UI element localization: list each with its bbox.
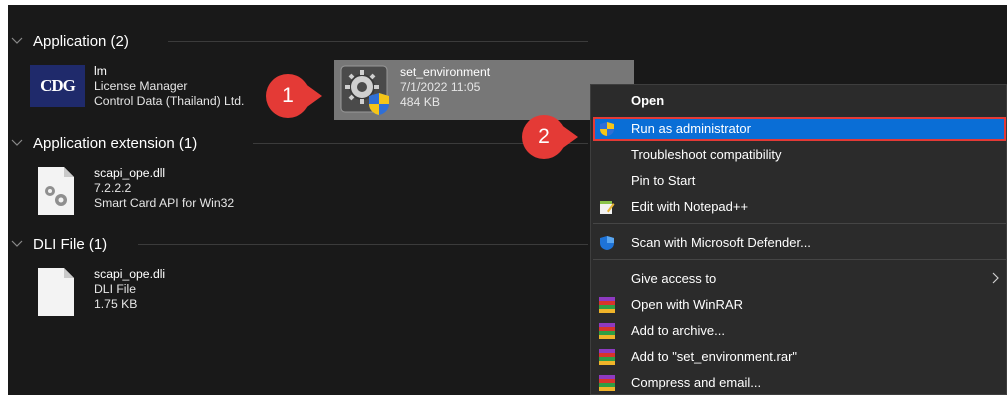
group-label: DLI File (1) (33, 235, 108, 253)
group-header-dli-file[interactable]: DLI File (1) (8, 232, 107, 256)
group-divider (158, 29, 588, 53)
file-type: DLI File (94, 282, 136, 296)
file-details: scapi_ope.dll 7.2.2.2 Smart Card API for… (94, 166, 234, 211)
callout-pointer-2 (560, 124, 578, 150)
defender-shield-icon (599, 235, 615, 251)
menu-item-open-with-winrar[interactable]: Open with WinRAR (593, 293, 1006, 317)
menu-item-add-to-archive[interactable]: Add to archive... (593, 319, 1006, 343)
uac-shield-icon (368, 92, 390, 121)
group-divider (128, 232, 588, 256)
file-description: License Manager (94, 79, 188, 93)
file-item-scapi-dll[interactable]: scapi_ope.dll 7.2.2.2 Smart Card API for… (36, 165, 296, 225)
menu-separator (593, 223, 1006, 224)
menu-separator (593, 259, 1006, 260)
file-name: lm (94, 64, 107, 78)
dll-gear-icon (36, 165, 76, 222)
group-header-application-extension[interactable]: Application extension (1) (8, 131, 197, 155)
menu-item-troubleshoot-compatibility[interactable]: Troubleshoot compatibility (593, 143, 1006, 167)
file-item-set-environment[interactable]: set_environment 7/1/2022 11:05 484 KB (334, 60, 634, 120)
file-description: Smart Card API for Win32 (94, 196, 235, 210)
menu-item-scan-with-defender[interactable]: Scan with Microsoft Defender... (593, 231, 1006, 255)
menu-item-compress-and-email[interactable]: Compress and email... (593, 371, 1006, 394)
chevron-down-icon[interactable] (8, 131, 26, 155)
file-item-scapi-dli[interactable]: scapi_ope.dli DLI File 1.75 KB (36, 266, 296, 326)
menu-item-pin-to-start[interactable]: Pin to Start (593, 169, 1006, 193)
menu-item-open[interactable]: Open (593, 89, 1006, 113)
uac-shield-icon (599, 121, 615, 137)
menu-item-give-access-to[interactable]: Give access to (593, 267, 1006, 291)
winrar-icon (599, 323, 615, 339)
winrar-icon (599, 297, 615, 313)
file-item-lm[interactable]: CDG lm License Manager Control Data (Tha… (30, 61, 280, 121)
group-label: Application extension (1) (33, 134, 198, 152)
winrar-icon (599, 349, 615, 365)
group-header-application[interactable]: Application (2) (8, 29, 129, 53)
file-size: 484 KB (400, 95, 440, 109)
file-details: scapi_ope.dli DLI File 1.75 KB (94, 267, 165, 312)
winrar-icon (599, 375, 615, 391)
file-version: 7.2.2.2 (94, 181, 132, 195)
file-details: set_environment 7/1/2022 11:05 484 KB (400, 65, 490, 110)
group-label: Application (2) (33, 32, 129, 50)
file-name: scapi_ope.dli (94, 267, 166, 281)
file-name: scapi_ope.dll (94, 166, 166, 180)
callout-pointer-1 (304, 83, 322, 109)
chevron-down-icon[interactable] (8, 232, 26, 256)
file-company: Control Data (Thailand) Ltd. (94, 94, 245, 108)
chevron-down-icon[interactable] (8, 29, 26, 53)
cdg-logo: CDG (30, 65, 85, 107)
chevron-right-icon (992, 272, 1000, 287)
menu-item-add-to-rar[interactable]: Add to "set_environment.rar" (593, 345, 1006, 369)
file-size: 1.75 KB (94, 297, 138, 311)
menu-item-run-as-administrator[interactable]: Run as administrator (593, 117, 1006, 141)
blank-file-icon (36, 266, 76, 323)
file-name: set_environment (400, 65, 491, 79)
file-date: 7/1/2022 11:05 (400, 80, 481, 94)
file-details: lm License Manager Control Data (Thailan… (94, 64, 244, 109)
menu-item-edit-with-notepad[interactable]: Edit with Notepad++ (593, 195, 1006, 219)
context-menu: Open Run as administrator Troubleshoot c… (590, 84, 1007, 395)
notepad-icon (599, 199, 615, 215)
